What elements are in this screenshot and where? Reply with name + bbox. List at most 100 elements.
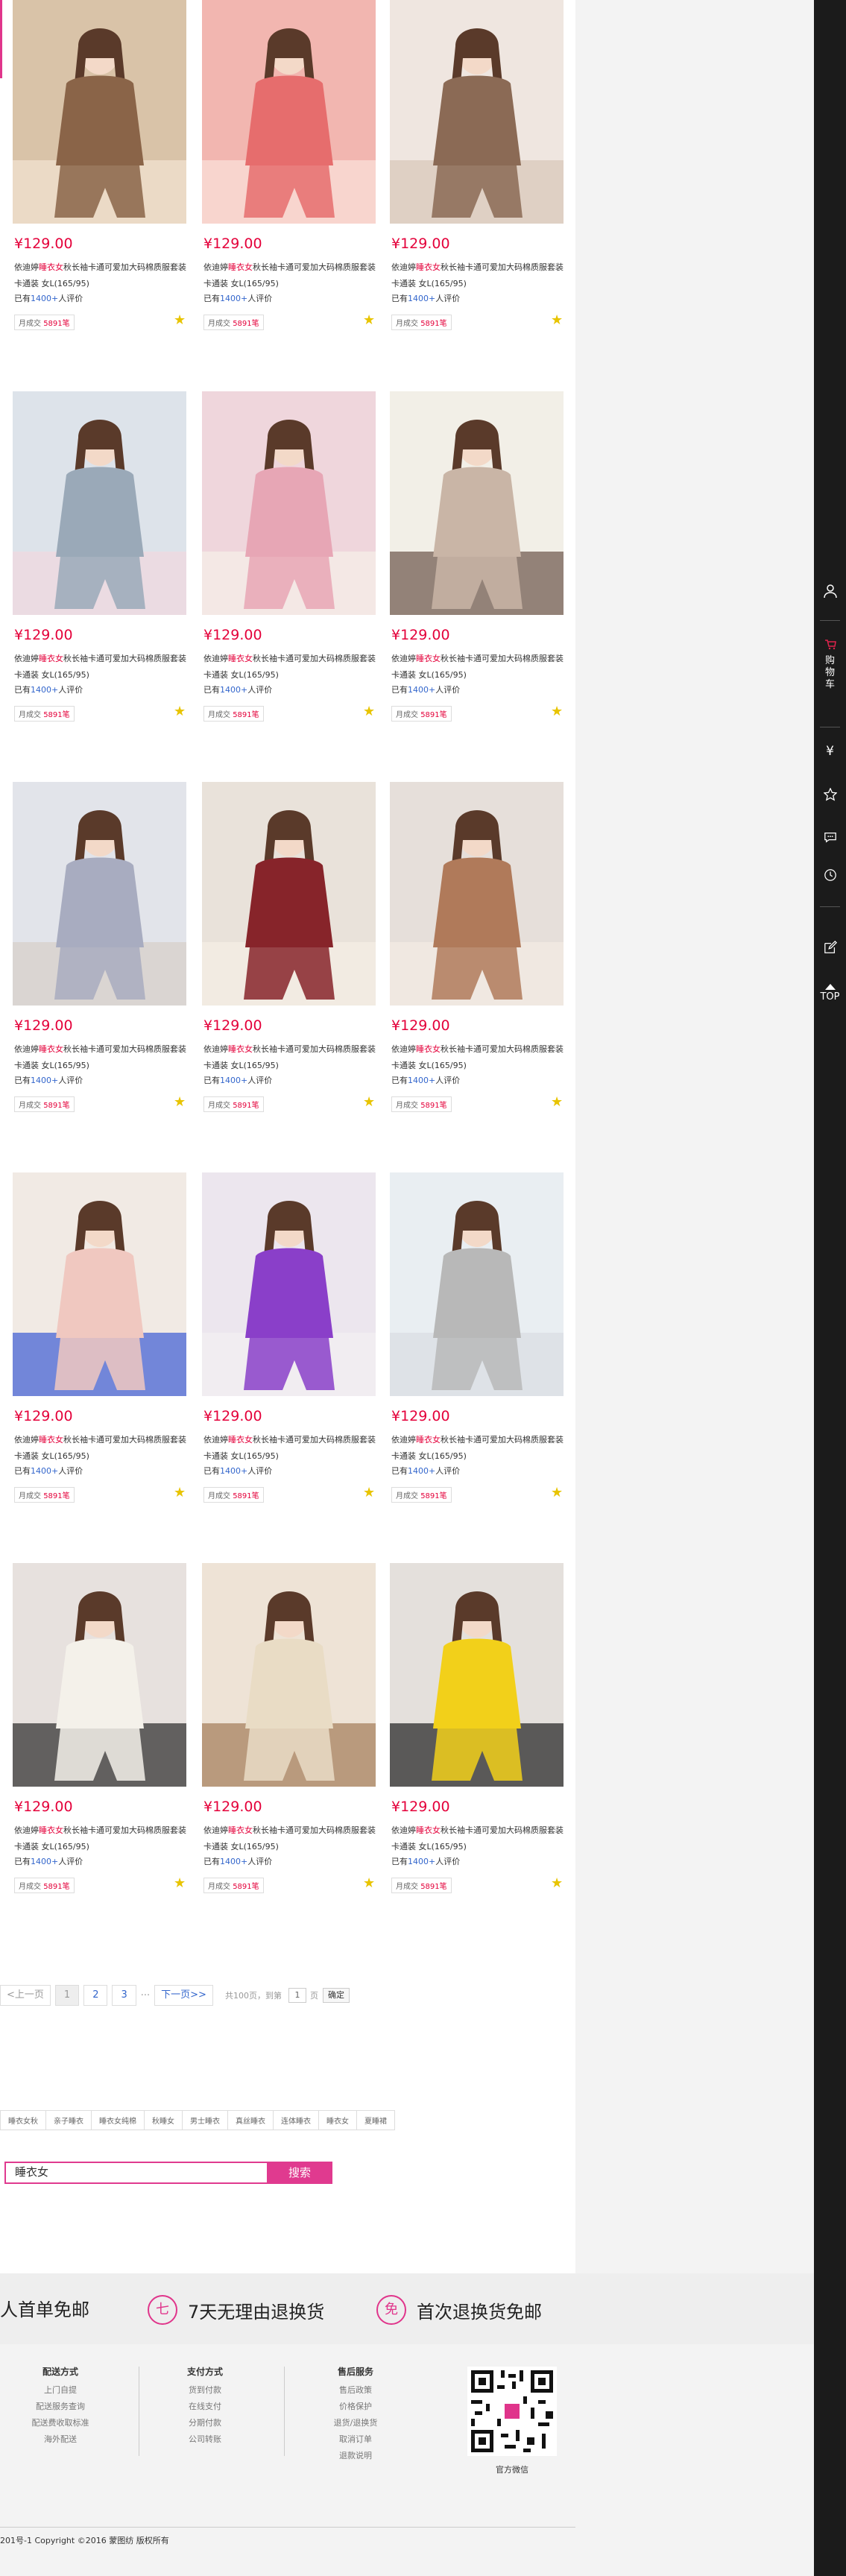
tag-link[interactable]: 秋睡女 xyxy=(145,2110,183,2130)
product-card[interactable]: ¥129.00 依迪婷睡衣女秋长袖卡通可爱加大码棉质服套装 卡通装 女L(165/… xyxy=(13,782,186,1125)
product-card[interactable]: ¥129.00 依迪婷睡衣女秋长袖卡通可爱加大码棉质服套装 卡通装 女L(165/… xyxy=(390,0,564,343)
favorite-star-icon[interactable]: ★ xyxy=(551,1486,563,1500)
favorite-star-icon[interactable]: ★ xyxy=(363,1877,375,1890)
favorite-star-icon[interactable]: ★ xyxy=(174,1486,186,1500)
product-card[interactable]: ¥129.00 依迪婷睡衣女秋长袖卡通可爱加大码棉质服套装 卡通装 女L(165/… xyxy=(202,0,376,343)
edit-icon[interactable] xyxy=(814,941,846,957)
product-title-link[interactable]: 依迪婷睡衣女秋长袖卡通可爱加大码棉质服套装 卡通装 女L(165/95) xyxy=(391,1822,570,1855)
product-photo[interactable] xyxy=(13,1563,186,1787)
footer-link[interactable]: 在线支付 xyxy=(160,2399,250,2415)
next-page-button[interactable]: 下一页>> xyxy=(154,1985,213,2006)
product-photo[interactable] xyxy=(390,0,564,224)
product-photo[interactable] xyxy=(390,1172,564,1396)
footer-link[interactable]: 上门自提 xyxy=(16,2382,105,2399)
product-photo[interactable] xyxy=(202,391,376,615)
product-photo[interactable] xyxy=(390,391,564,615)
footer-link[interactable]: 售后政策 xyxy=(311,2382,400,2399)
tag-link[interactable]: 亲子睡衣 xyxy=(46,2110,92,2130)
footer-link[interactable]: 配送费收取标准 xyxy=(16,2415,105,2431)
product-title-link[interactable]: 依迪婷睡衣女秋长袖卡通可爱加大码棉质服套装 卡通装 女L(165/95) xyxy=(391,651,570,684)
product-title-link[interactable]: 依迪婷睡衣女秋长袖卡通可爱加大码棉质服套装 卡通装 女L(165/95) xyxy=(14,1432,193,1465)
reviews-number-link[interactable]: 1400+ xyxy=(220,1076,247,1085)
star-icon[interactable] xyxy=(814,787,846,804)
user-icon[interactable] xyxy=(814,584,846,602)
footer-link[interactable]: 价格保护 xyxy=(311,2399,400,2415)
footer-link[interactable]: 退货/退换货 xyxy=(311,2415,400,2431)
favorite-star-icon[interactable]: ★ xyxy=(174,314,186,327)
prev-page-button[interactable]: <上一页 xyxy=(0,1985,51,2006)
product-photo[interactable] xyxy=(390,782,564,1006)
product-card[interactable]: ¥129.00 依迪婷睡衣女秋长袖卡通可爱加大码棉质服套装 卡通装 女L(165/… xyxy=(13,1172,186,1515)
product-photo[interactable] xyxy=(13,0,186,224)
footer-link[interactable]: 分期付款 xyxy=(160,2415,250,2431)
tag-link[interactable]: 睡衣女 xyxy=(319,2110,357,2130)
footer-link[interactable]: 货到付款 xyxy=(160,2382,250,2399)
page-go-button[interactable]: 确定 xyxy=(322,1988,350,2003)
product-card[interactable]: ¥129.00 依迪婷睡衣女秋长袖卡通可爱加大码棉质服套装 卡通装 女L(165/… xyxy=(390,782,564,1125)
product-card[interactable]: ¥129.00 依迪婷睡衣女秋长袖卡通可爱加大码棉质服套装 卡通装 女L(165/… xyxy=(13,1563,186,1906)
product-photo[interactable] xyxy=(13,782,186,1006)
product-title-link[interactable]: 依迪婷睡衣女秋长袖卡通可爱加大码棉质服套装 卡通装 女L(165/95) xyxy=(14,259,193,292)
page-2-button[interactable]: 2 xyxy=(83,1985,108,2006)
product-title-link[interactable]: 依迪婷睡衣女秋长袖卡通可爱加大码棉质服套装 卡通装 女L(165/95) xyxy=(203,259,382,292)
search-button[interactable]: 搜索 xyxy=(267,2162,332,2184)
reviews-number-link[interactable]: 1400+ xyxy=(220,685,247,695)
reviews-number-link[interactable]: 1400+ xyxy=(31,1466,58,1476)
tag-link[interactable]: 睡衣女秋 xyxy=(0,2110,46,2130)
favorite-star-icon[interactable]: ★ xyxy=(551,314,563,327)
product-card[interactable]: ¥129.00 依迪婷睡衣女秋长袖卡通可爱加大码棉质服套装 卡通装 女L(165/… xyxy=(202,1172,376,1515)
favorite-star-icon[interactable]: ★ xyxy=(363,1096,375,1109)
reviews-number-link[interactable]: 1400+ xyxy=(408,294,435,303)
reviews-number-link[interactable]: 1400+ xyxy=(220,1466,247,1476)
product-card[interactable]: ¥129.00 依迪婷睡衣女秋长袖卡通可爱加大码棉质服套装 卡通装 女L(165/… xyxy=(13,391,186,734)
yen-icon[interactable]: ¥ xyxy=(814,744,846,759)
product-title-link[interactable]: 依迪婷睡衣女秋长袖卡通可爱加大码棉质服套装 卡通装 女L(165/95) xyxy=(203,1432,382,1465)
reviews-number-link[interactable]: 1400+ xyxy=(31,685,58,695)
tag-link[interactable]: 夏睡裙 xyxy=(357,2110,395,2130)
product-title-link[interactable]: 依迪婷睡衣女秋长袖卡通可爱加大码棉质服套装 卡通装 女L(165/95) xyxy=(14,1041,193,1074)
favorite-star-icon[interactable]: ★ xyxy=(551,705,563,719)
product-card[interactable]: ¥129.00 依迪婷睡衣女秋长袖卡通可爱加大码棉质服套装 卡通装 女L(165/… xyxy=(390,391,564,734)
product-photo[interactable] xyxy=(390,1563,564,1787)
product-title-link[interactable]: 依迪婷睡衣女秋长袖卡通可爱加大码棉质服套装 卡通装 女L(165/95) xyxy=(203,1041,382,1074)
product-card[interactable]: ¥129.00 依迪婷睡衣女秋长袖卡通可爱加大码棉质服套装 卡通装 女L(165/… xyxy=(202,391,376,734)
product-title-link[interactable]: 依迪婷睡衣女秋长袖卡通可爱加大码棉质服套装 卡通装 女L(165/95) xyxy=(203,651,382,684)
favorite-star-icon[interactable]: ★ xyxy=(174,1096,186,1109)
reviews-number-link[interactable]: 1400+ xyxy=(31,294,58,303)
product-photo[interactable] xyxy=(13,391,186,615)
tag-link[interactable]: 真丝睡衣 xyxy=(228,2110,274,2130)
product-photo[interactable] xyxy=(202,0,376,224)
favorite-star-icon[interactable]: ★ xyxy=(174,1877,186,1890)
favorite-star-icon[interactable]: ★ xyxy=(551,1096,563,1109)
footer-link[interactable]: 公司转账 xyxy=(160,2431,250,2448)
footer-link[interactable]: 退款说明 xyxy=(311,2448,400,2464)
reviews-number-link[interactable]: 1400+ xyxy=(408,685,435,695)
reviews-number-link[interactable]: 1400+ xyxy=(408,1076,435,1085)
favorite-star-icon[interactable]: ★ xyxy=(174,705,186,719)
product-title-link[interactable]: 依迪婷睡衣女秋长袖卡通可爱加大码棉质服套装 卡通装 女L(165/95) xyxy=(391,259,570,292)
product-photo[interactable] xyxy=(202,1563,376,1787)
product-title-link[interactable]: 依迪婷睡衣女秋长袖卡通可爱加大码棉质服套装 卡通装 女L(165/95) xyxy=(14,651,193,684)
product-photo[interactable] xyxy=(13,1172,186,1396)
reviews-number-link[interactable]: 1400+ xyxy=(31,1857,58,1866)
page-number-input[interactable]: 1 xyxy=(288,1988,306,2003)
product-title-link[interactable]: 依迪婷睡衣女秋长袖卡通可爱加大码棉质服套装 卡通装 女L(165/95) xyxy=(14,1822,193,1855)
page-3-button[interactable]: 3 xyxy=(112,1985,136,2006)
reviews-number-link[interactable]: 1400+ xyxy=(220,294,247,303)
reviews-number-link[interactable]: 1400+ xyxy=(31,1076,58,1085)
chat-icon[interactable] xyxy=(814,830,846,847)
page-1-button[interactable]: 1 xyxy=(54,1985,80,2006)
footer-link[interactable]: 配送服务查询 xyxy=(16,2399,105,2415)
product-card[interactable]: ¥129.00 依迪婷睡衣女秋长袖卡通可爱加大码棉质服套装 卡通装 女L(165/… xyxy=(13,0,186,343)
reviews-number-link[interactable]: 1400+ xyxy=(220,1857,247,1866)
history-icon[interactable] xyxy=(814,868,846,885)
tag-link[interactable]: 男士睡衣 xyxy=(183,2110,228,2130)
footer-link[interactable]: 海外配送 xyxy=(16,2431,105,2448)
product-card[interactable]: ¥129.00 依迪婷睡衣女秋长袖卡通可爱加大码棉质服套装 卡通装 女L(165/… xyxy=(202,782,376,1125)
product-photo[interactable] xyxy=(202,1172,376,1396)
tag-link[interactable]: 连体睡衣 xyxy=(274,2110,319,2130)
footer-link[interactable]: 取消订单 xyxy=(311,2431,400,2448)
reviews-number-link[interactable]: 1400+ xyxy=(408,1857,435,1866)
search-input[interactable]: 睡衣女 xyxy=(4,2162,274,2184)
favorite-star-icon[interactable]: ★ xyxy=(363,1486,375,1500)
